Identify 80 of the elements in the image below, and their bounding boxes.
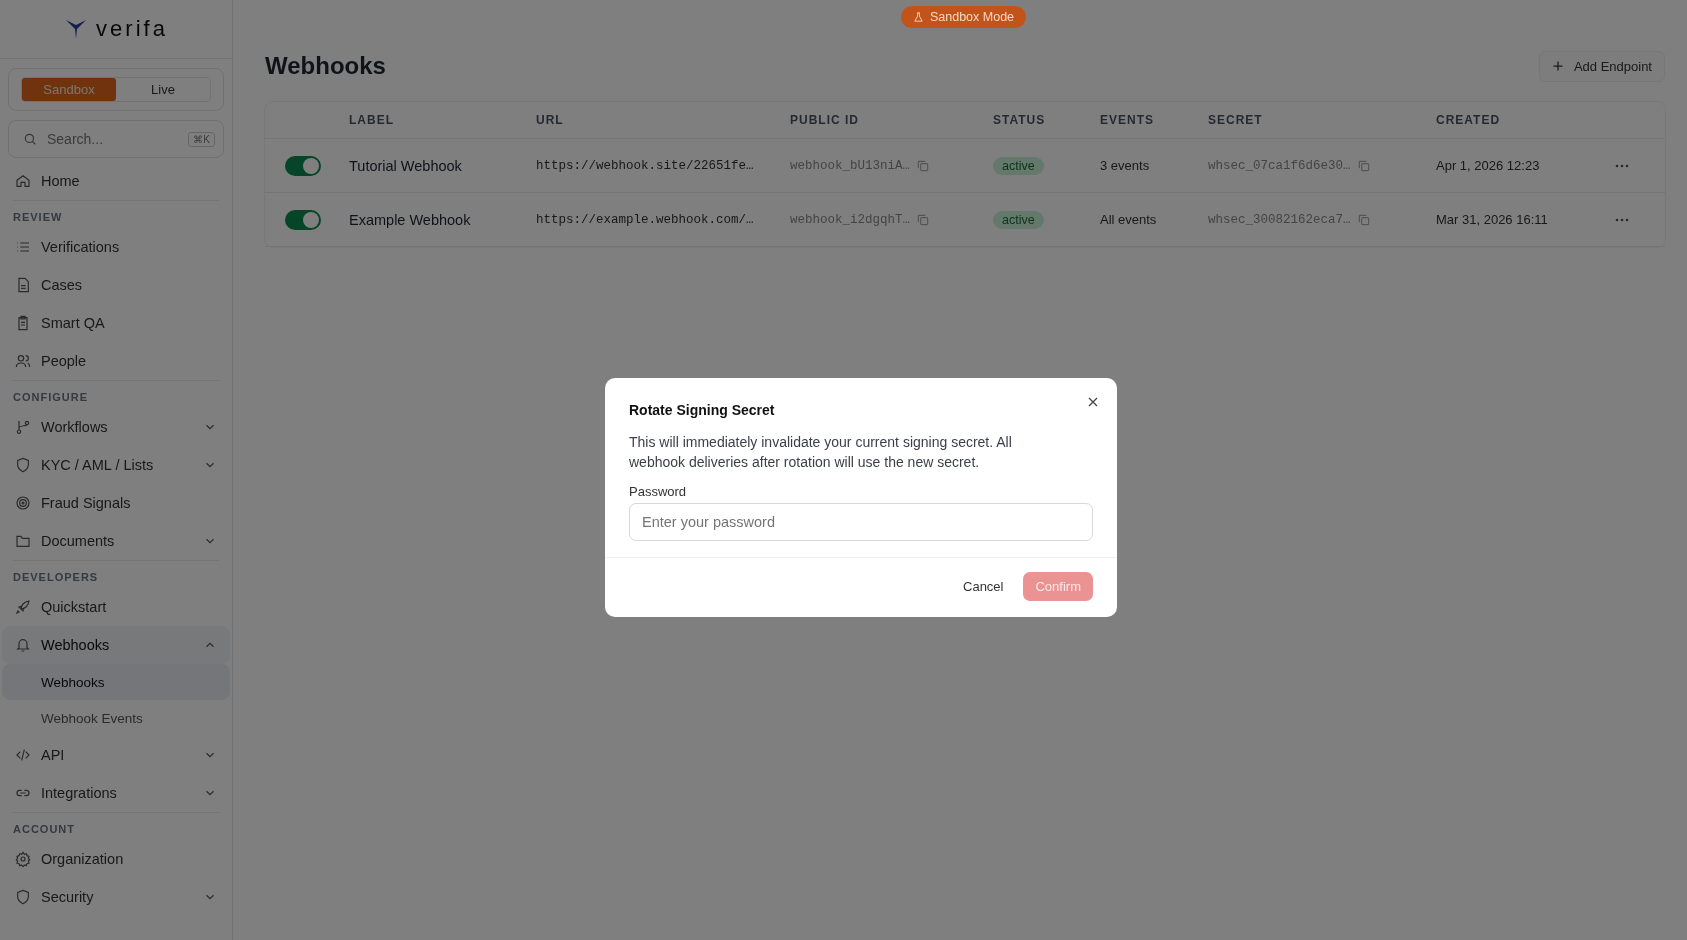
table-cell-text: Example Webhook (349, 211, 472, 228)
table-cell: webhook_bU13niA… (790, 158, 911, 173)
table-cell-text: 3 events (1100, 158, 1151, 173)
add-endpoint-button[interactable]: Add Endpoint (1538, 50, 1665, 82)
more-icon[interactable] (1615, 163, 1629, 168)
flask-icon (912, 11, 924, 23)
nav-item[interactable]: Quickstart (2, 588, 230, 626)
section-heading: ACCOUNT (12, 822, 76, 837)
toggle-switch[interactable] (285, 155, 321, 176)
column-header: CREATED (1436, 113, 1502, 127)
document-icon (15, 277, 31, 293)
status-badge: active (993, 156, 1044, 175)
folder-icon (15, 533, 31, 549)
section-heading: DEVELOPERS (12, 570, 100, 585)
page-title: Webhooks (265, 52, 386, 80)
shield-icon (15, 889, 31, 905)
bell-icon (15, 637, 31, 653)
status-badge: active (993, 210, 1044, 229)
nav-item[interactable]: KYC / AML / Lists (2, 446, 230, 484)
table-cell: whsec_07ca1f6d6e30… (1208, 158, 1351, 173)
search-field[interactable]: Search... ⌘K (8, 120, 224, 158)
table-cell: whsec_30082162eca7… (1208, 212, 1351, 227)
plus-icon (1551, 60, 1564, 72)
column-header: EVENTS (1100, 113, 1155, 127)
shield-icon (15, 457, 31, 473)
nav-item[interactable]: Security (2, 878, 230, 916)
nav-item[interactable]: People (2, 342, 230, 380)
table-cell-text: All events (1100, 212, 1158, 227)
nav-item[interactable]: Organization (2, 840, 230, 878)
cancel-button[interactable]: Cancel (955, 573, 1012, 600)
nav-subitem[interactable]: Webhook Events (2, 700, 230, 736)
copy-icon[interactable] (916, 158, 931, 173)
copy-icon[interactable] (1356, 212, 1371, 227)
field-label: Password (629, 484, 688, 499)
people-icon (15, 353, 31, 369)
more-icon[interactable] (1615, 217, 1629, 222)
nav-item[interactable]: Documents (2, 522, 230, 560)
nav-subitem[interactable]: Webhooks (2, 664, 230, 700)
clipboard-icon (15, 315, 31, 331)
list-icon (15, 239, 31, 255)
section-heading: REVIEW (12, 210, 64, 225)
target-icon (15, 495, 31, 511)
toggle-switch[interactable] (285, 209, 321, 230)
close-icon (1087, 396, 1099, 408)
dialog-message: This will immediately invalidate your current signing secret. All webhook deliveries after rotation will use the new secret. (629, 433, 1013, 472)
copy-icon[interactable] (1356, 158, 1371, 173)
table-cell-text: Tutorial Webhook (349, 157, 463, 174)
search-input[interactable]: Search... (45, 130, 181, 148)
nav-item[interactable]: Cases (2, 266, 230, 304)
table-cell-text: https://webhook.site/22651fe… (536, 158, 755, 173)
column-header: URL (536, 113, 565, 127)
table-cell: webhook_i2dgqhT… (790, 212, 911, 227)
nav-item[interactable]: Verifications (2, 228, 230, 266)
copy-icon[interactable] (916, 212, 931, 227)
sandbox-mode-badge: Sandbox Mode (900, 6, 1027, 28)
nav-item[interactable]: Fraud Signals (2, 484, 230, 522)
branch-icon (15, 419, 31, 435)
table-cell-text: Apr 1, 2026 12:23 (1436, 158, 1541, 173)
password-field[interactable]: Enter your password (629, 503, 1093, 541)
rocket-icon (15, 599, 31, 615)
nav-item[interactable]: API (2, 736, 230, 774)
nav-item[interactable]: Webhooks (2, 626, 230, 664)
table-cell-text: https://example.webhook.com/… (536, 212, 755, 227)
column-header: LABEL (349, 113, 395, 127)
column-header: STATUS (993, 113, 1047, 127)
search-icon (23, 132, 37, 146)
nav-item[interactable]: Integrations (2, 774, 230, 812)
code-icon (15, 747, 31, 763)
logo-text: verifa (96, 16, 168, 42)
dialog-title: Rotate Signing Secret (629, 402, 776, 418)
section-heading: CONFIGURE (12, 390, 89, 405)
nav-item[interactable]: Workflows (2, 408, 230, 446)
settings-icon (15, 851, 31, 867)
table-cell-text: Mar 31, 2026 16:11 (1436, 212, 1549, 227)
column-header: SECRET (1208, 113, 1264, 127)
nav-item[interactable]: Home (2, 162, 230, 200)
shortcut-hint: ⌘K (188, 131, 215, 147)
column-header: PUBLIC ID (790, 113, 860, 127)
home-icon (15, 173, 31, 189)
nav-item[interactable]: Smart QA (2, 304, 230, 342)
